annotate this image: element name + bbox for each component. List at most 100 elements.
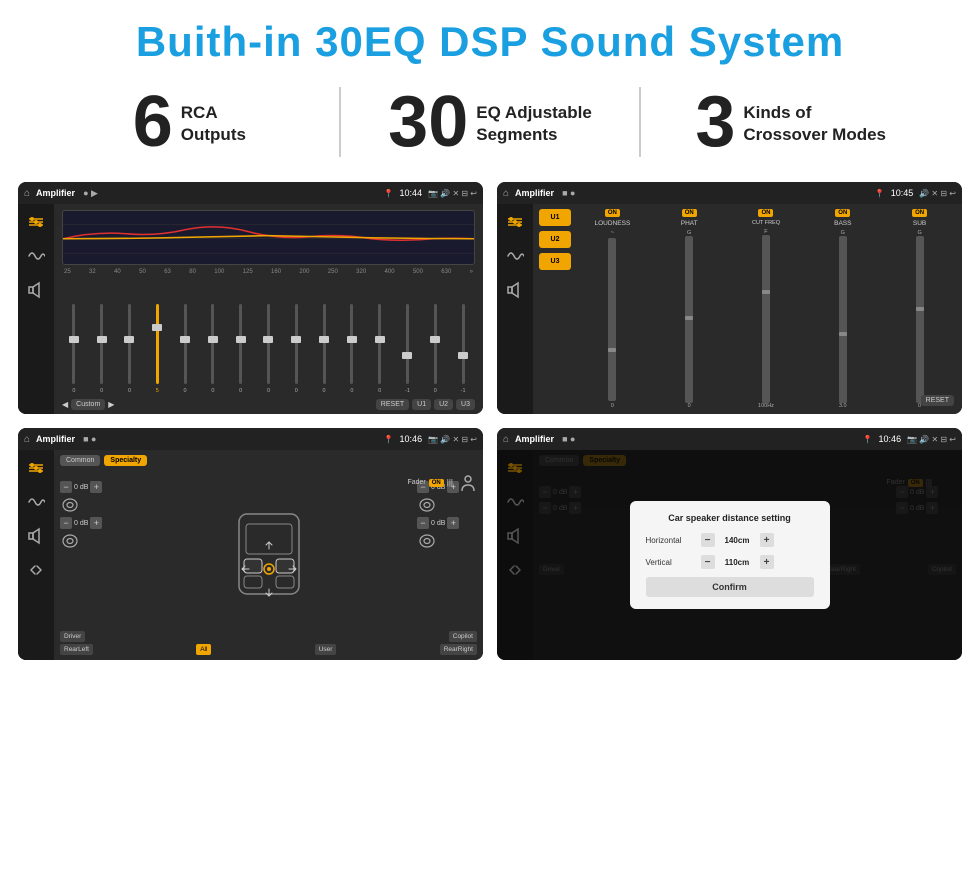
stat-divider-2 [639, 87, 641, 157]
topbar-dist-dots: ■ ● [562, 434, 575, 444]
distance-dialog: Car speaker distance setting Horizontal … [630, 501, 830, 609]
dialog-horizontal-plus[interactable]: + [760, 533, 774, 547]
all-btn[interactable]: All [196, 644, 211, 655]
amp-u3-btn[interactable]: U3 [539, 253, 571, 270]
eq-slider-14[interactable]: 0 [423, 304, 447, 394]
stat-eq-line1: EQ Adjustable [476, 102, 592, 124]
stat-crossover-number: 3 [695, 86, 735, 158]
cross-left-controls: − 0 dB + − 0 dB + [60, 481, 120, 627]
topbar-cross-title: Amplifier [36, 434, 75, 444]
eq-sliders: 0 0 0 5 0 0 0 0 0 0 0 0 -1 0 -1 [62, 279, 475, 396]
home-icon-4[interactable]: ⌂ [503, 434, 509, 445]
minus-btn-4[interactable]: − [417, 517, 429, 529]
sidebar-amp-wave-icon[interactable] [503, 246, 527, 266]
eq-slider-4[interactable]: 5 [145, 304, 169, 394]
home-icon[interactable]: ⌂ [24, 188, 30, 199]
confirm-button[interactable]: Confirm [646, 577, 814, 597]
eq-slider-2[interactable]: 0 [90, 304, 114, 394]
topbar-amp-dots: ■ ● [562, 188, 575, 198]
amp-u2-btn[interactable]: U2 [539, 231, 571, 248]
eq-slider-15[interactable]: -1 [451, 304, 475, 394]
dialog-vertical-minus[interactable]: − [701, 555, 715, 569]
amp-ch-name-1: LOUDNESS [595, 220, 631, 227]
amp-channel-cutfreq: ON CUT FREQ F 100Hz [730, 209, 803, 409]
rearleft-btn[interactable]: RearLeft [60, 644, 93, 655]
minus-btn-2[interactable]: − [60, 517, 72, 529]
amp-reset-btn[interactable]: RESET [921, 395, 954, 406]
stats-row: 6 RCA Outputs 30 EQ Adjustable Segments … [0, 76, 980, 176]
eq-slider-12[interactable]: 0 [368, 304, 392, 394]
common-tab[interactable]: Common [60, 455, 100, 466]
sidebar-cross-eq-icon[interactable] [24, 458, 48, 478]
amp-ch-on-3[interactable]: ON [758, 209, 773, 217]
eq-next-btn[interactable]: ▶ [108, 400, 114, 409]
stat-rca: 6 RCA Outputs [60, 86, 319, 158]
stat-eq-line2: Segments [476, 124, 592, 146]
topbar-eq: ⌂ Amplifier ● ▶ 📍 10:44 📷 🔊 ✕ ⊟ ↩ [18, 182, 483, 204]
eq-u1-btn[interactable]: U1 [412, 399, 431, 410]
amp-ch-name-5: SUB [913, 220, 926, 227]
sidebar-eq-icon[interactable] [24, 212, 48, 232]
eq-u3-btn[interactable]: U3 [456, 399, 475, 410]
cross-bottom-labels: Driver Copilot [60, 631, 477, 642]
amp-u1-btn[interactable]: U1 [539, 209, 571, 226]
copilot-btn[interactable]: Copilot [449, 631, 477, 642]
sidebar-cross-wave-icon[interactable] [24, 492, 48, 512]
amp-ch-on-4[interactable]: ON [835, 209, 850, 217]
eq-slider-9[interactable]: 0 [284, 304, 308, 394]
eq-custom-btn[interactable]: Custom [71, 399, 105, 410]
dialog-vertical-label: Vertical [646, 558, 696, 567]
fader-on-badge[interactable]: ON [429, 479, 444, 487]
eq-slider-8[interactable]: 0 [257, 304, 281, 394]
minus-btn-1[interactable]: − [60, 481, 72, 493]
screen-eq-sidebar [18, 204, 54, 414]
home-icon-3[interactable]: ⌂ [24, 434, 30, 445]
eq-reset-btn[interactable]: RESET [376, 399, 409, 410]
eq-slider-13[interactable]: -1 [396, 304, 420, 394]
cross-db-row-2: − 0 dB + [60, 517, 120, 529]
amp-ch-on-2[interactable]: ON [682, 209, 697, 217]
plus-btn-2[interactable]: + [90, 517, 102, 529]
eq-slider-11[interactable]: 0 [340, 304, 364, 394]
eq-graph [62, 210, 475, 265]
eq-slider-6[interactable]: 0 [201, 304, 225, 394]
sidebar-amp-eq-icon[interactable] [503, 212, 527, 232]
eq-slider-5[interactable]: 0 [173, 304, 197, 394]
amp-channels: ON LOUDNESS ~ 0 [576, 209, 956, 409]
dialog-vertical-plus[interactable]: + [760, 555, 774, 569]
stat-divider-1 [339, 87, 341, 157]
sidebar-wave-icon[interactable] [24, 246, 48, 266]
stat-crossover-line1: Kinds of [743, 102, 886, 124]
amp-ch-name-3: CUT FREQ [752, 220, 780, 226]
eq-slider-10[interactable]: 0 [312, 304, 336, 394]
cross-speaker-left [60, 497, 120, 513]
sidebar-cross-speaker-icon[interactable] [24, 526, 48, 546]
sidebar-speaker-icon[interactable] [24, 280, 48, 300]
topbar-cross-location: 📍 [384, 435, 394, 444]
stat-eq-number: 30 [388, 86, 468, 158]
sidebar-amp-speaker-icon[interactable] [503, 280, 527, 300]
rearright-btn[interactable]: RearRight [440, 644, 477, 655]
specialty-tab[interactable]: Specialty [104, 455, 147, 466]
amp-ch-on-5[interactable]: ON [912, 209, 927, 217]
plus-btn-1[interactable]: + [90, 481, 102, 493]
dialog-horizontal-label: Horizontal [646, 536, 696, 545]
topbar-cross-time: 10:46 [400, 434, 423, 444]
eq-prev-btn[interactable]: ◀ [62, 400, 68, 409]
eq-slider-1[interactable]: 0 [62, 304, 86, 394]
amp-ch-on-1[interactable]: ON [605, 209, 620, 217]
fader-slider[interactable]: ||| [447, 478, 453, 487]
eq-u2-btn[interactable]: U2 [434, 399, 453, 410]
home-icon-2[interactable]: ⌂ [503, 188, 509, 199]
page-title: Buith-in 30EQ DSP Sound System [0, 0, 980, 76]
sidebar-cross-arrows-icon[interactable] [24, 560, 48, 580]
eq-slider-7[interactable]: 0 [229, 304, 253, 394]
stat-rca-line2: Outputs [181, 124, 246, 146]
stat-rca-number: 6 [133, 86, 173, 158]
dialog-horizontal-minus[interactable]: − [701, 533, 715, 547]
topbar-amp-time: 10:45 [891, 188, 914, 198]
user-btn[interactable]: User [315, 644, 337, 655]
eq-slider-3[interactable]: 0 [118, 304, 142, 394]
driver-btn[interactable]: Driver [60, 631, 85, 642]
plus-btn-4[interactable]: + [447, 517, 459, 529]
